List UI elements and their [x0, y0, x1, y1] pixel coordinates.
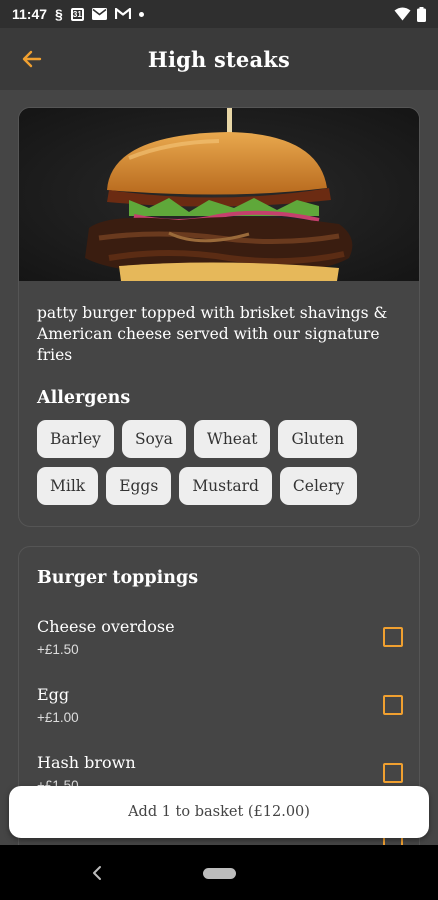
- allergen-chip: Wheat: [193, 420, 271, 458]
- topping-name: Egg: [37, 685, 70, 704]
- allergen-chip: Eggs: [106, 467, 172, 505]
- content-scroll[interactable]: patty burger topped with brisket shaving…: [0, 90, 438, 845]
- system-nav-bar: [0, 845, 438, 900]
- s-icon: §: [55, 6, 63, 22]
- battery-icon: [417, 6, 426, 22]
- nav-back-icon[interactable]: [88, 863, 108, 883]
- gmail-icon: [114, 8, 131, 19]
- topping-price: +£1.00: [37, 710, 79, 725]
- status-bar: 11:47 § 31: [0, 0, 438, 28]
- topping-option[interactable]: Egg +£1.00: [37, 685, 403, 739]
- product-card: patty burger topped with brisket shaving…: [18, 107, 420, 527]
- allergens-title: Allergens: [37, 388, 131, 408]
- allergen-chip: Soya: [121, 420, 186, 458]
- product-description: patty burger topped with brisket shaving…: [37, 304, 388, 364]
- topping-checkbox[interactable]: [383, 763, 403, 783]
- page-title: High steaks: [147, 46, 291, 72]
- topping-name: Hash brown: [37, 753, 136, 772]
- arrow-left-icon[interactable]: [20, 47, 44, 71]
- topping-checkbox[interactable]: [383, 695, 403, 715]
- toppings-title: Burger toppings: [37, 568, 199, 588]
- topping-name: Cheese overdose: [37, 617, 175, 636]
- allergen-chip: Mustard: [179, 467, 272, 505]
- allergen-chips: Barley Soya Wheat Gluten Milk Eggs Musta…: [19, 408, 399, 505]
- nav-home-pill[interactable]: [203, 868, 236, 879]
- app-bar: High steaks: [0, 28, 438, 90]
- wifi-icon: [394, 7, 411, 21]
- topping-option[interactable]: Cheese overdose +£1.50: [37, 617, 403, 671]
- dot-icon: [138, 11, 144, 17]
- allergen-chip: Barley: [37, 420, 114, 458]
- burger-photo: [19, 108, 419, 281]
- topping-price: +£1.50: [37, 642, 79, 657]
- add-to-basket-button[interactable]: Add 1 to basket (£12.00): [9, 786, 429, 838]
- mail-icon: [91, 8, 107, 20]
- topping-checkbox[interactable]: [383, 627, 403, 647]
- allergen-chip: Gluten: [278, 420, 358, 458]
- status-time: 11:47: [12, 6, 48, 22]
- allergen-chip: Celery: [279, 467, 358, 505]
- allergen-chip: Milk: [37, 467, 99, 505]
- calendar-icon: 31: [70, 7, 84, 21]
